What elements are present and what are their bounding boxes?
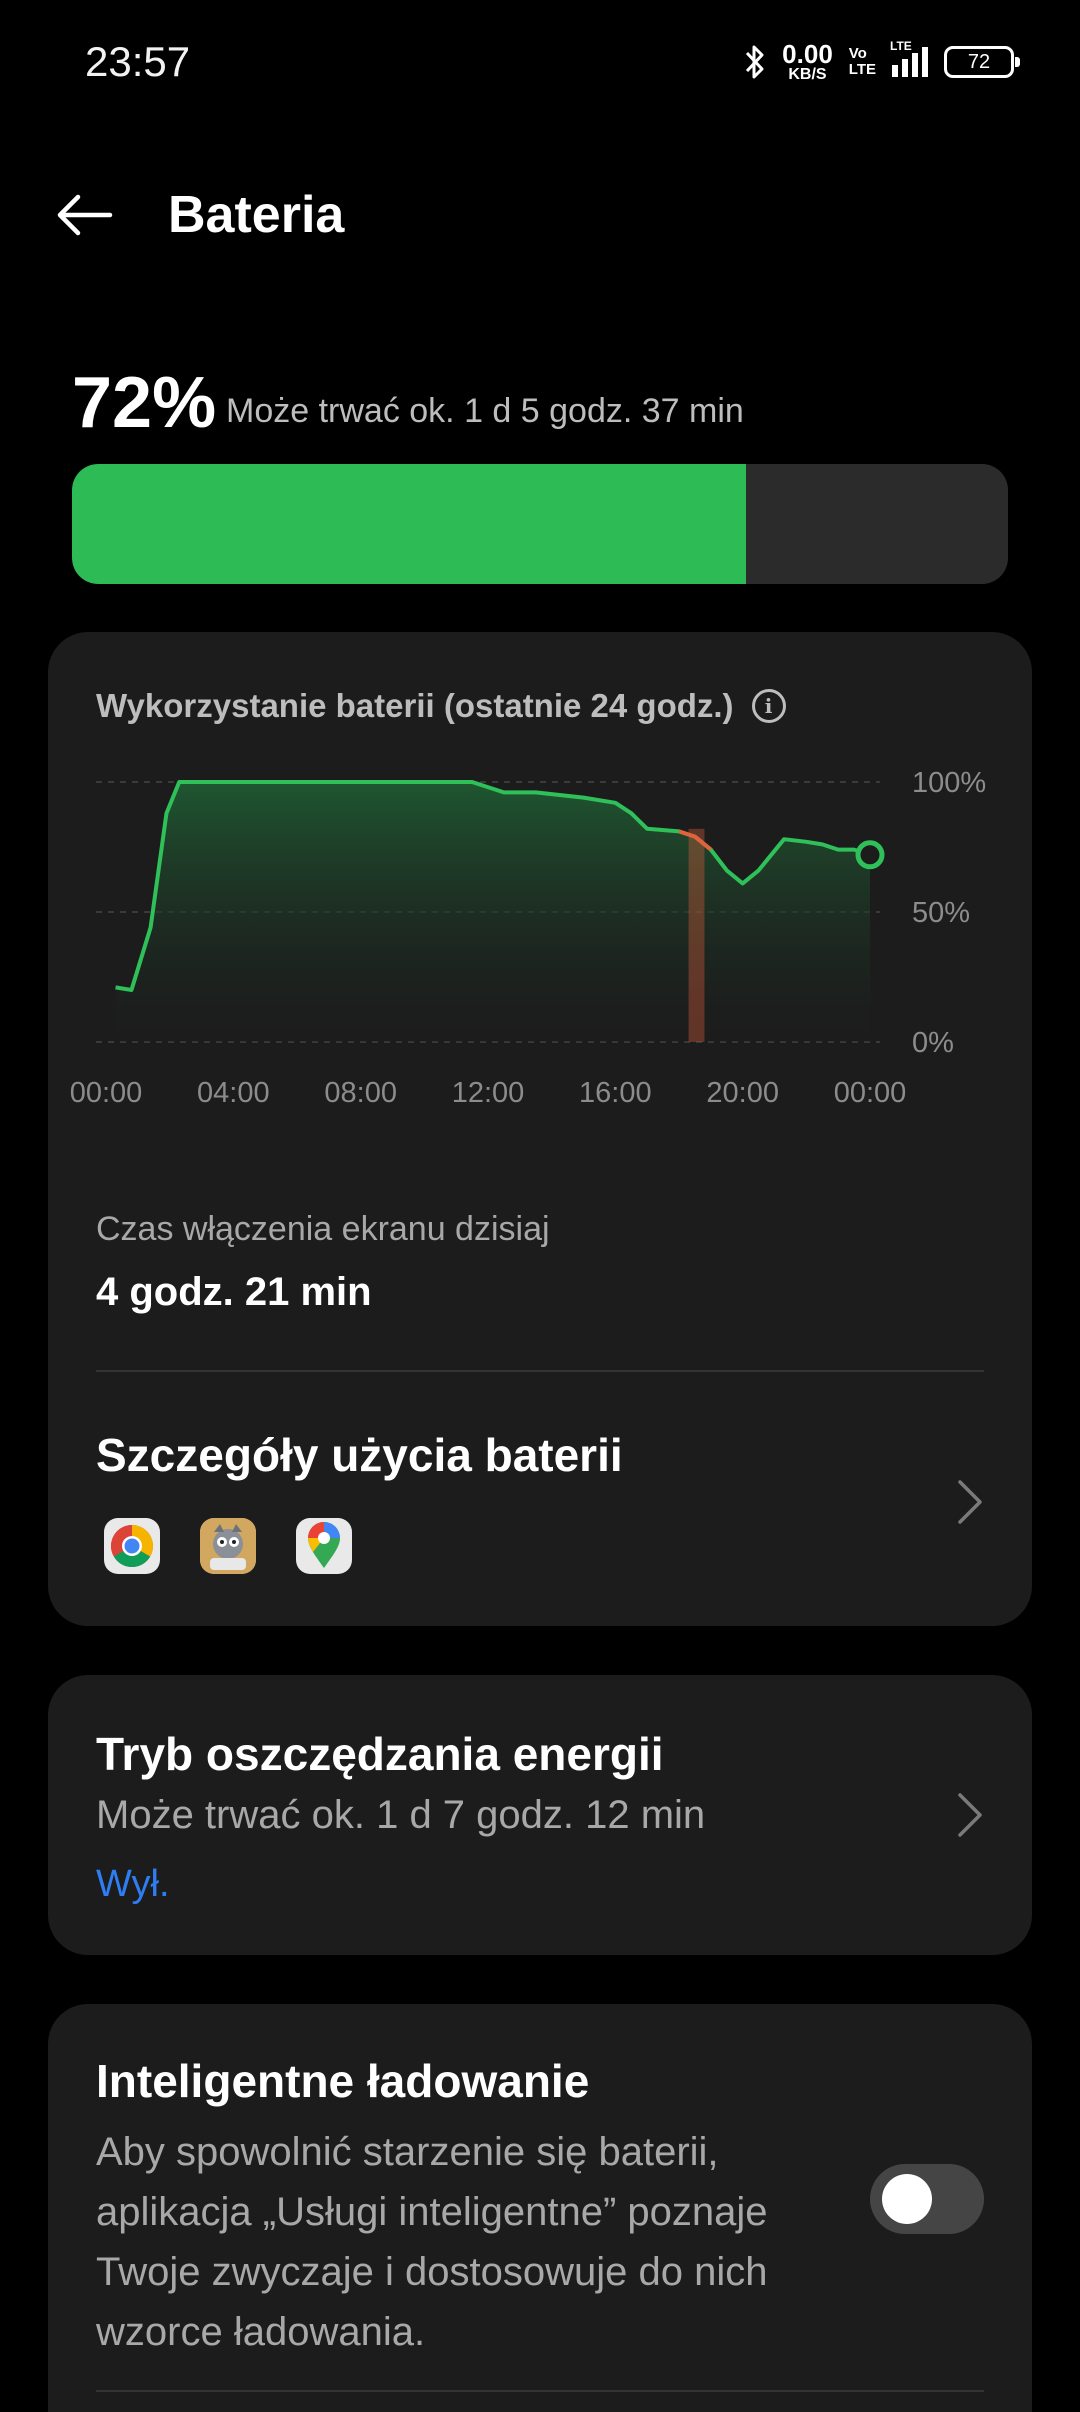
battery-estimate: Może trwać ok. 1 d 5 godz. 37 min [226, 392, 744, 430]
battery-status-level: 72 [967, 50, 991, 73]
arrow-left-icon [57, 194, 113, 236]
power-saver-card[interactable]: Tryb oszczędzania energii Może trwać ok.… [48, 1675, 1032, 1955]
volte-top: Vo [848, 45, 867, 63]
app-icons-list [104, 1518, 352, 1574]
usage-chart-header: Wykorzystanie baterii (ostatnie 24 godz.… [96, 687, 786, 725]
chart-x-tick-label: 04:00 [197, 1077, 270, 1109]
screen-on-label: Czas włączenia ekranu dzisiaj [96, 1210, 550, 1248]
chart-x-tick-label: 12:00 [452, 1077, 525, 1109]
signal-strength-icon: LTE [890, 39, 928, 77]
screen-on-value: 4 godz. 21 min [96, 1270, 372, 1314]
smart-charging-description: Aby spowolnić starzenie się baterii, apl… [96, 2130, 768, 2354]
network-speed-unit: KB/S [788, 66, 827, 83]
status-icons: 0.00 KB/S Vo LTE LTE 72 [744, 39, 1020, 84]
chevron-right-icon[interactable] [956, 1478, 984, 1526]
battery-percent: 72% [72, 363, 217, 443]
chart-y-tick-label: 0% [912, 1027, 954, 1059]
chrome-icon [104, 1518, 160, 1574]
signal-network-label: LTE [890, 39, 912, 53]
chart-y-tick-label: 50% [912, 897, 970, 929]
volte-bottom: LTE [848, 61, 876, 78]
chart-y-tick-label: 100% [912, 767, 986, 799]
game-app-icon [200, 1518, 256, 1574]
chevron-right-icon[interactable] [956, 1791, 984, 1839]
chart-current-point [855, 840, 885, 870]
battery-level-bar [72, 464, 1008, 584]
usage-details-title[interactable]: Szczegóły użycia baterii [96, 1428, 623, 1482]
status-time: 23:57 [85, 38, 191, 85]
chart-x-tick-label: 08:00 [324, 1077, 397, 1109]
chart-area [115, 782, 871, 1042]
chart-x-tick-label: 20:00 [706, 1077, 779, 1109]
info-icon[interactable]: i [751, 689, 786, 723]
battery-usage-card: Wykorzystanie baterii (ostatnie 24 godz.… [48, 632, 1032, 1626]
back-button[interactable] [52, 185, 116, 245]
chart-x-tick-label: 16:00 [579, 1077, 652, 1109]
smart-charging-toggle[interactable] [870, 2164, 984, 2234]
battery-usage-chart: 100%50%0%00:00 04:00 08:00 12:00 16:00 20:00 0… [70, 767, 986, 1109]
battery-level-fill [72, 464, 746, 584]
chart-x-tick-label: 00:00 [70, 1077, 143, 1109]
power-saver-title: Tryb oszczędzania energii [96, 1728, 664, 1780]
network-speed: 0.00 KB/S [782, 41, 833, 83]
chart-highlight-band [688, 828, 705, 1042]
network-speed-value: 0.00 [782, 39, 833, 69]
chart-x-tick-label: 00:00 [834, 1077, 907, 1109]
status-bar: 23:57 0.00 KB/S Vo LTE LTE 72 [0, 0, 1080, 125]
power-saver-status: Wył. [96, 1863, 170, 1905]
battery-status-icon: 72 [944, 46, 1020, 78]
divider [96, 2390, 984, 2392]
volte-icon: Vo LTE [849, 46, 876, 78]
usage-chart-title: Wykorzystanie baterii (ostatnie 24 godz.… [96, 687, 734, 724]
divider [96, 1370, 984, 1372]
power-saver-estimate: Może trwać ok. 1 d 7 godz. 12 min [96, 1793, 706, 1837]
smart-charging-title: Inteligentne ładowanie [96, 2055, 590, 2107]
toggle-knob [882, 2174, 932, 2224]
google-maps-icon [296, 1518, 352, 1574]
smart-charging-card: Inteligentne ładowanie Aby spowolnić sta… [48, 2004, 1032, 2412]
page-title: Bateria [168, 186, 345, 244]
bluetooth-icon [746, 45, 764, 79]
